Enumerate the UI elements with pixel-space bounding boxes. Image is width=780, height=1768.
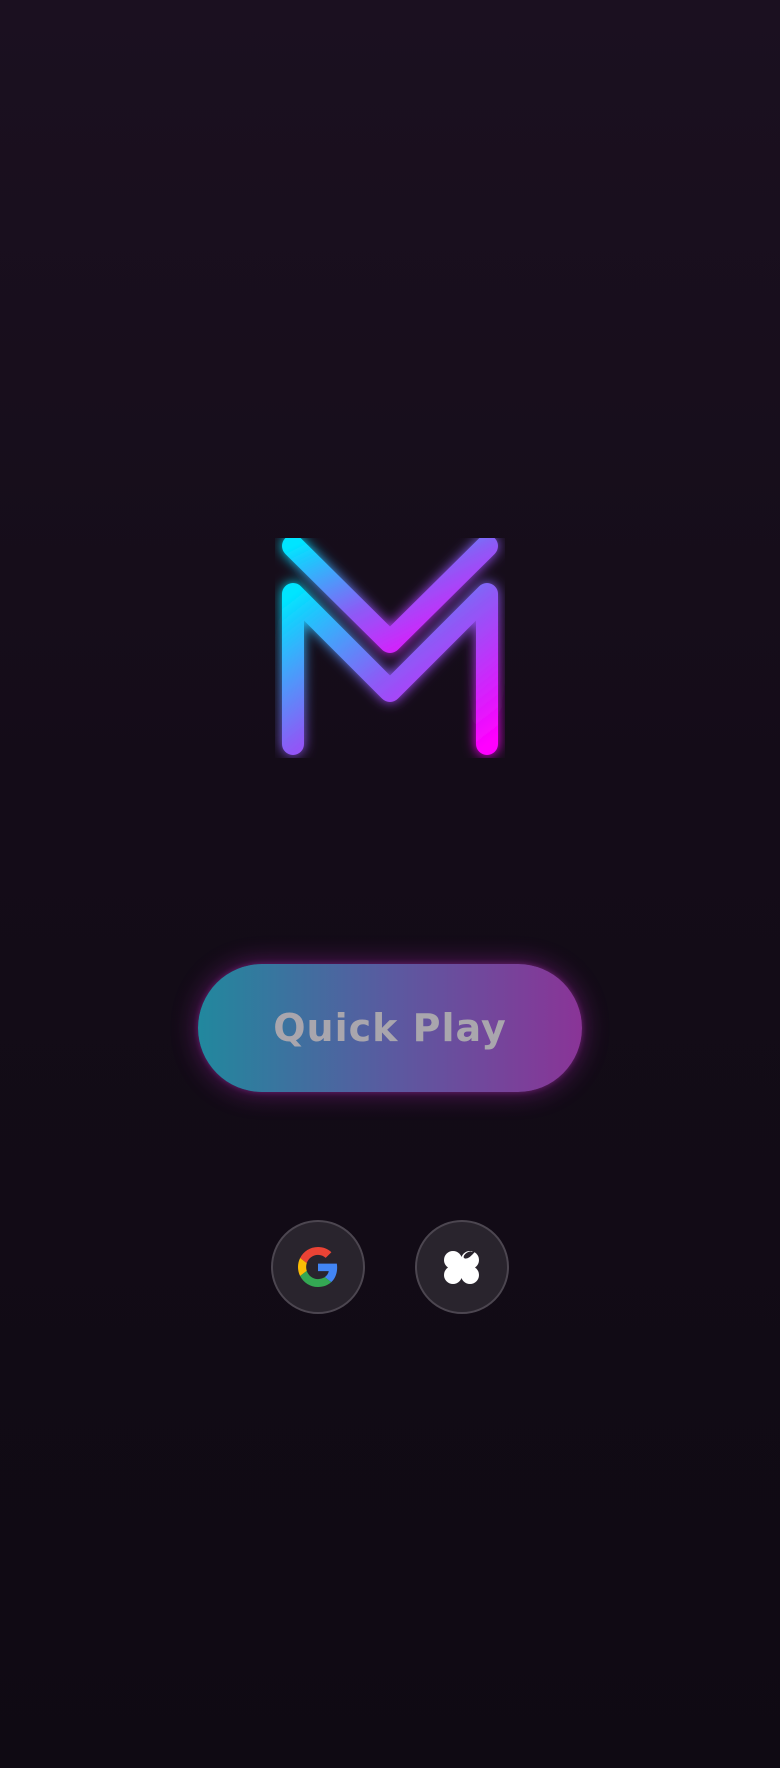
login-screen: Quick Play: [0, 0, 780, 1768]
google-sign-in-button[interactable]: [271, 1220, 365, 1314]
quick-play-button[interactable]: Quick Play: [198, 964, 582, 1092]
google-icon: [298, 1247, 338, 1287]
neon-m-logo-icon: [275, 538, 505, 758]
apple-sign-in-button[interactable]: [415, 1220, 509, 1314]
apple-icon: [439, 1244, 485, 1290]
